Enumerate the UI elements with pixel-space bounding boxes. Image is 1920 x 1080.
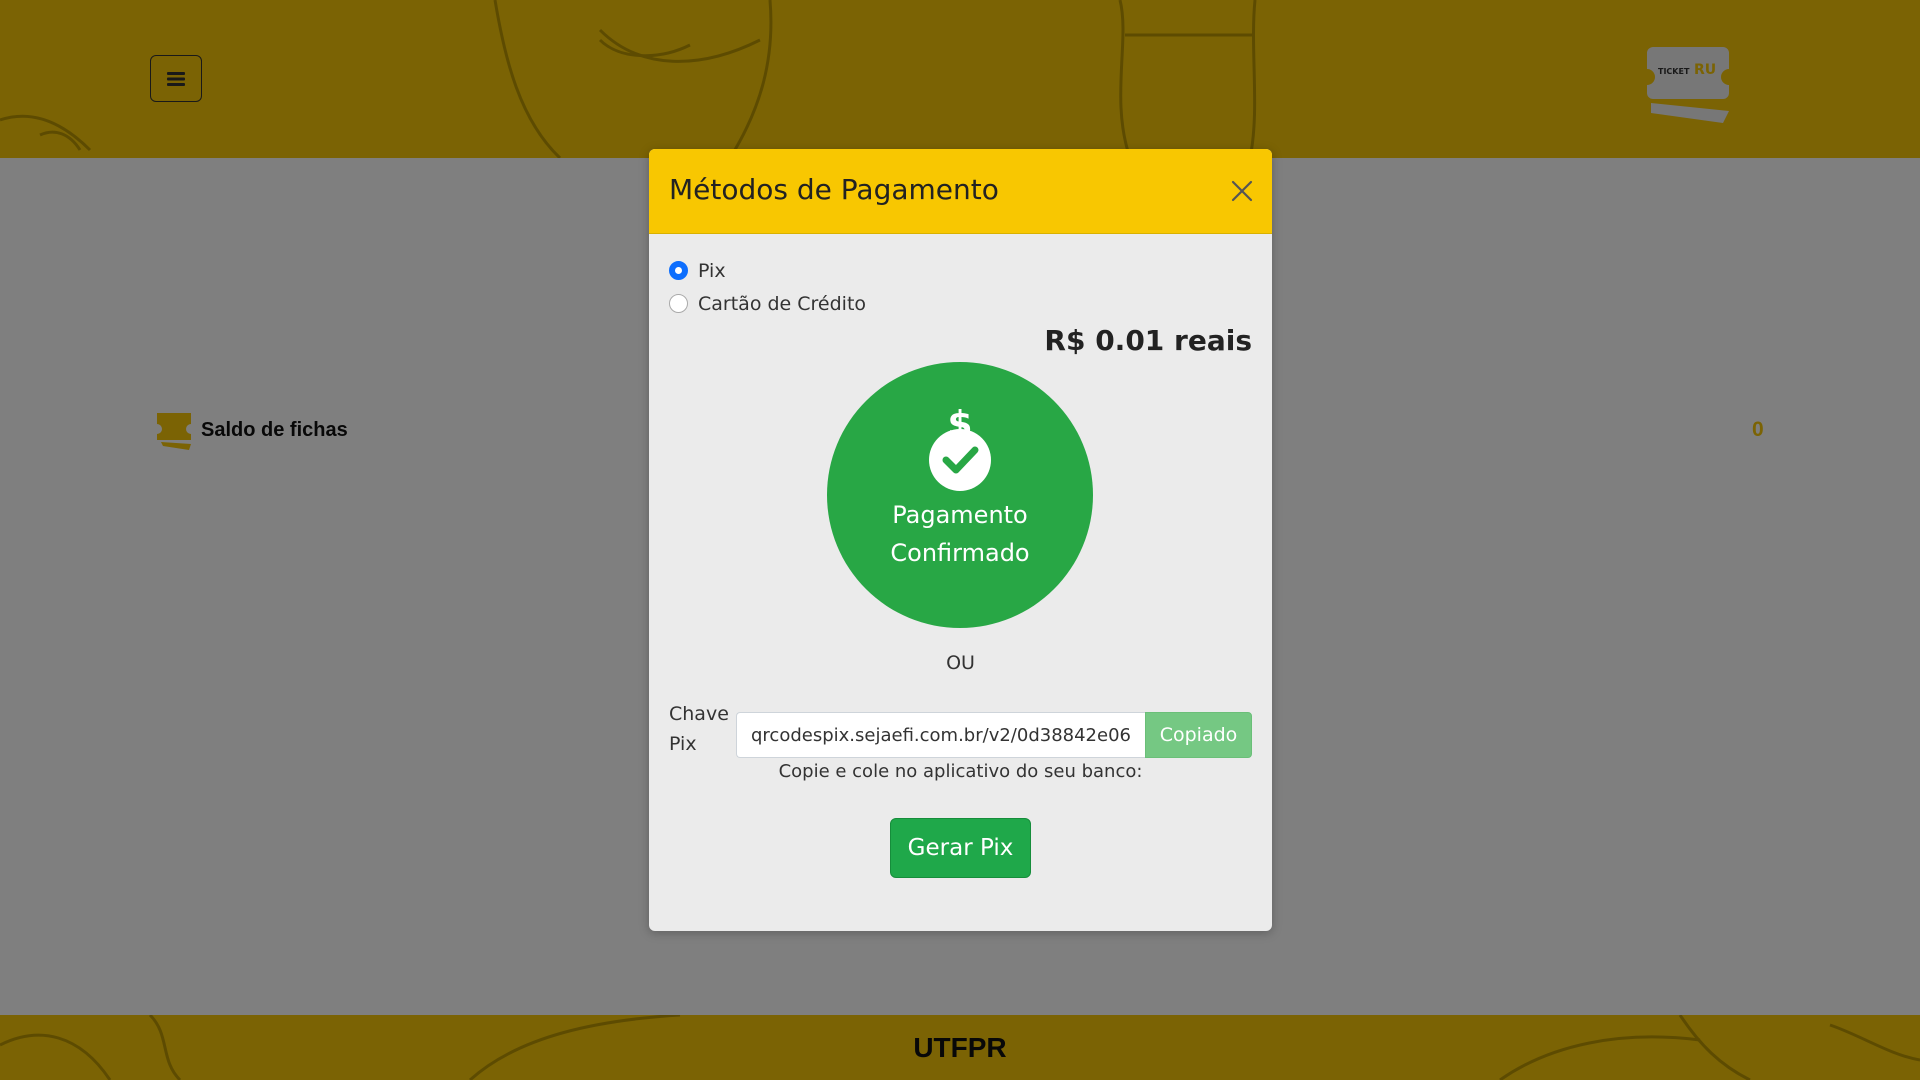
or-separator: OU — [946, 652, 975, 674]
close-icon — [1231, 180, 1253, 202]
payment-option-pix-label: Pix — [698, 259, 726, 282]
close-button[interactable] — [1228, 177, 1256, 205]
modal-header: Métodos de Pagamento — [649, 149, 1272, 234]
pix-key-label: Chave Pix — [669, 703, 729, 755]
modal-body: Pix Cartão de Crédito R$ 0.01 reais $ Pa… — [649, 234, 1272, 931]
payment-options: Pix Cartão de Crédito — [669, 234, 1252, 320]
payment-option-pix[interactable]: Pix — [669, 254, 1252, 287]
radio-pix[interactable] — [669, 261, 688, 280]
confirmation-text-line2: Confirmado — [890, 539, 1030, 567]
pix-key-input[interactable] — [736, 712, 1145, 758]
generate-pix-button[interactable]: Gerar Pix — [890, 818, 1031, 878]
radio-credit-card[interactable] — [669, 294, 688, 313]
modal-title: Métodos de Pagamento — [669, 173, 999, 206]
payment-confirmed-badge: $ Pagamento Confirmado — [827, 362, 1093, 628]
money-bag-check-icon: $ — [929, 404, 991, 491]
confirmation-text-line1: Pagamento — [892, 501, 1028, 529]
payment-option-credit-card-label: Cartão de Crédito — [698, 292, 867, 315]
price-amount: R$ 0.01 reais — [1044, 324, 1252, 357]
copy-button[interactable]: Copiado — [1145, 712, 1252, 758]
payment-methods-modal: Métodos de Pagamento Pix Cartão de Crédi… — [649, 149, 1272, 931]
copy-instructions: Copie e cole no aplicativo do seu banco: — [778, 761, 1143, 782]
payment-option-credit-card[interactable]: Cartão de Crédito — [669, 287, 1252, 320]
